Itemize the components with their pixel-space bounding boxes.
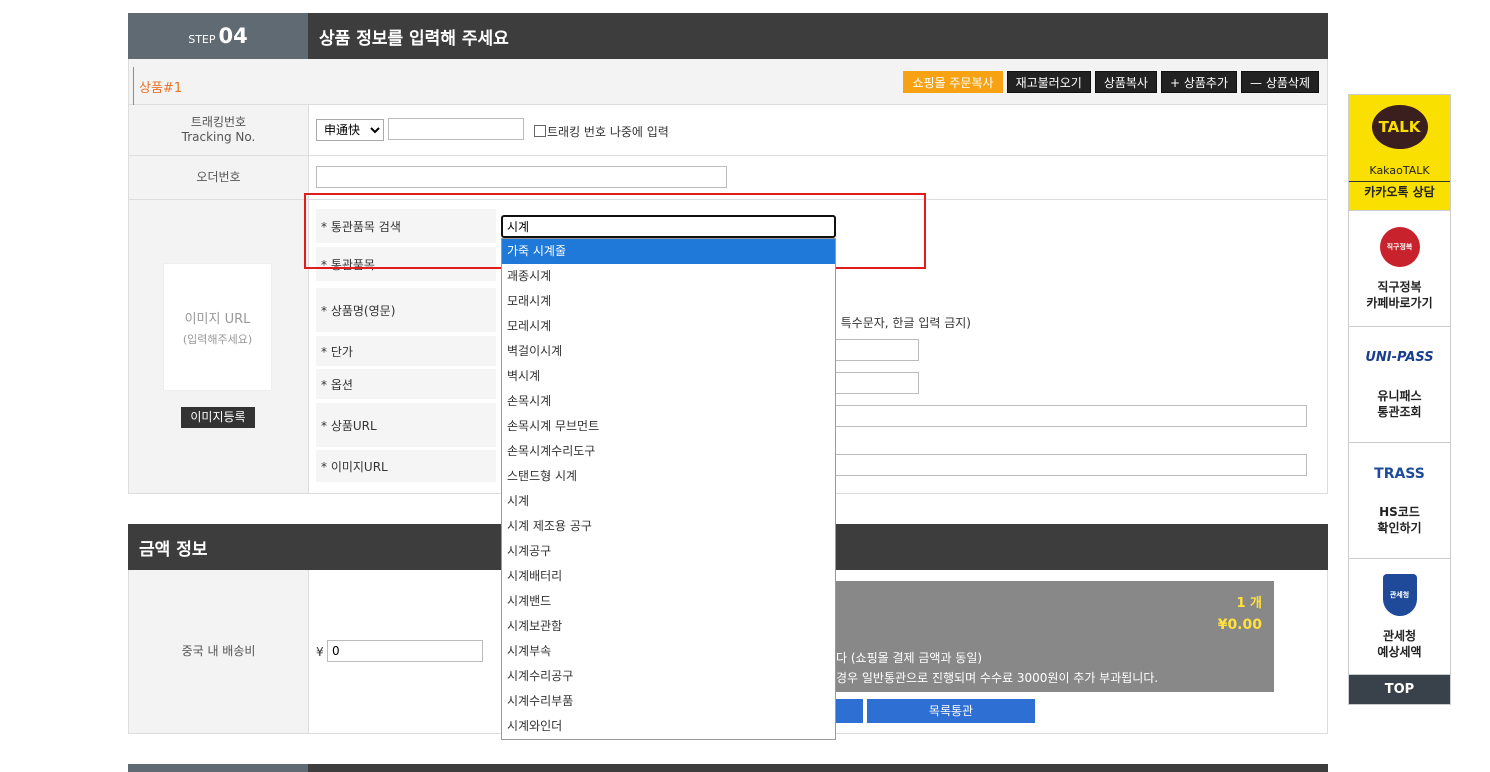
quick-menu: TALK KakaoTALK 카카오톡 상담 직구정복 직구정복 카페바로가기 …: [1348, 94, 1451, 705]
trass-logo-icon: TRASS: [1374, 465, 1425, 482]
name-en-label: * 상품명(영문): [316, 288, 496, 332]
price-input[interactable]: [833, 339, 919, 361]
kakao-label: 카카오톡 상담: [1349, 181, 1450, 200]
shipping-label: 중국 내 배송비: [128, 570, 308, 734]
customs-type-button[interactable]: [836, 699, 863, 723]
price-label: * 단가: [316, 336, 496, 366]
suggestion-item[interactable]: 손목시계수리도구: [502, 439, 835, 464]
jikgu-label-1: 직구정복: [1377, 279, 1422, 294]
suggestion-item[interactable]: 시계수리공구: [502, 664, 835, 689]
hs-code-link[interactable]: TRASS HS코드 확인하기: [1349, 443, 1450, 559]
product-tab-bar: 상품#1 쇼핑몰 주문복사 재고불러오기 상품복사 + 상품추가 — 상품삭제: [128, 59, 1328, 105]
image-url-text: 이미지 URL: [184, 311, 251, 327]
option-label: * 옵션: [316, 369, 496, 399]
currency-symbol: ¥: [316, 645, 324, 659]
image-url-input[interactable]: [833, 454, 1307, 476]
customs-label-1: 관세청: [1382, 628, 1417, 643]
hs-label-1: HS코드: [1379, 504, 1420, 519]
suggestion-item[interactable]: 스탠드형 시계: [502, 464, 835, 489]
suggestion-item[interactable]: 손목시계 무브먼트: [502, 414, 835, 439]
total-note-2: 경우 일반통관으로 진행되며 수수료 3000원이 추가 부과됩니다.: [836, 671, 1159, 685]
register-image-button[interactable]: 이미지등록: [181, 407, 255, 428]
unipass-label-2: 통관조회: [1377, 404, 1422, 419]
shipping-fee-input[interactable]: [327, 640, 483, 662]
order-label: 오더번호: [128, 156, 308, 200]
suggestion-item[interactable]: 모레시계: [502, 314, 835, 339]
suggestion-item[interactable]: 시계수리부품: [502, 689, 835, 714]
next-step-badge: [128, 764, 308, 772]
image-preview: 이미지 URL (입력해주세요): [163, 263, 272, 391]
tracking-later-checkbox[interactable]: [534, 125, 546, 137]
tracking-label: 트래킹번호 Tracking No.: [128, 105, 308, 156]
jikgu-cafe-link[interactable]: 직구정복 직구정복 카페바로가기: [1349, 211, 1450, 327]
suggestion-item[interactable]: 시계배터리: [502, 564, 835, 589]
kakao-talk-icon: TALK: [1371, 105, 1428, 149]
tracking-label-ko: 트래킹번호: [190, 115, 247, 129]
total-amount: ¥0.00: [1217, 617, 1262, 633]
item-count: 1 개: [1236, 596, 1262, 611]
unipass-label-1: 유니패스: [1377, 388, 1422, 403]
customs-suggestion-list: 가죽 시계줄 괘종시계 모래시계 모레시계 벽걸이시계 벽시계 손목시계 손목시…: [501, 238, 836, 740]
step-small: STEP: [188, 32, 216, 46]
scroll-top-button[interactable]: TOP: [1349, 675, 1450, 704]
jikgu-label-2: 카페바로가기: [1366, 295, 1433, 310]
unipass-link[interactable]: UNI-PASS 유니패스 통관조회: [1349, 327, 1450, 443]
suggestion-item[interactable]: 시계부속: [502, 639, 835, 664]
step-badge: STEP 04: [128, 13, 308, 59]
delete-product-button[interactable]: — 상품삭제: [1241, 71, 1319, 93]
image-url-hint: (입력해주세요): [182, 332, 253, 346]
copy-product-button[interactable]: 상품복사: [1094, 71, 1157, 93]
customs-emblem-icon: 관세청: [1382, 573, 1417, 616]
copy-shop-order-button[interactable]: 쇼핑몰 주문복사: [903, 71, 1003, 93]
step-title: 상품 정보를 입력해 주세요: [308, 13, 1328, 59]
suggestion-item[interactable]: 괘종시계: [502, 264, 835, 289]
load-stock-button[interactable]: 재고불러오기: [1006, 71, 1091, 93]
kakao-consult-link[interactable]: TALK KakaoTALK 카카오톡 상담: [1349, 95, 1450, 211]
name-en-note: , 특수문자, 한글 입력 금지): [833, 316, 971, 330]
product-url-label: * 상품URL: [316, 403, 496, 447]
customs-estimate-link[interactable]: 관세청 관세청 예상세액: [1349, 559, 1450, 675]
suggestion-item[interactable]: 벽걸이시계: [502, 339, 835, 364]
product-url-input[interactable]: [833, 405, 1307, 427]
order-number-input[interactable]: [316, 166, 727, 188]
product-tab[interactable]: 상품#1: [139, 77, 182, 96]
suggestion-item[interactable]: 시계밴드: [502, 589, 835, 614]
suggestion-item[interactable]: 모래시계: [502, 289, 835, 314]
suggestion-item[interactable]: 시계와인더: [502, 714, 835, 739]
next-step-bar: [308, 764, 1328, 772]
suggestion-item[interactable]: 시계보관함: [502, 614, 835, 639]
tracking-later-label: 트래킹 번호 나중에 입력: [547, 125, 669, 139]
tab-indicator: [133, 67, 134, 105]
tracking-label-en: Tracking No.: [181, 130, 256, 144]
step-number: 04: [218, 24, 248, 48]
customs-label-2: 예상세액: [1377, 644, 1422, 659]
jikgu-logo-icon: 직구정복: [1379, 226, 1420, 267]
carrier-select[interactable]: 申通快: [316, 119, 384, 141]
option-input[interactable]: [833, 372, 919, 394]
unipass-logo-icon: UNI-PASS: [1365, 349, 1434, 365]
amount-title: 금액 정보: [128, 524, 308, 570]
suggestion-item[interactable]: 가죽 시계줄: [502, 239, 835, 264]
suggestion-item[interactable]: 시계 제조용 공구: [502, 514, 835, 539]
list-clearance-button[interactable]: 목록통관: [867, 699, 1035, 723]
suggestion-item[interactable]: 시계공구: [502, 539, 835, 564]
hs-label-2: 확인하기: [1377, 520, 1422, 535]
total-summary-panel: 1 개 ¥0.00 다 (쇼핑몰 결제 금액과 동일) 경우 일반통관으로 진행…: [836, 581, 1274, 692]
add-product-button[interactable]: + 상품추가: [1160, 71, 1238, 93]
kakao-brand: KakaoTALK: [1369, 164, 1430, 177]
total-note-1: 다 (쇼핑몰 결제 금액과 동일): [836, 651, 983, 665]
image-url-label: * 이미지URL: [316, 450, 496, 482]
suggestion-item[interactable]: 벽시계: [502, 364, 835, 389]
suggestion-item[interactable]: 손목시계: [502, 389, 835, 414]
tracking-number-input[interactable]: [388, 118, 524, 140]
suggestion-item[interactable]: 시계: [502, 489, 835, 514]
